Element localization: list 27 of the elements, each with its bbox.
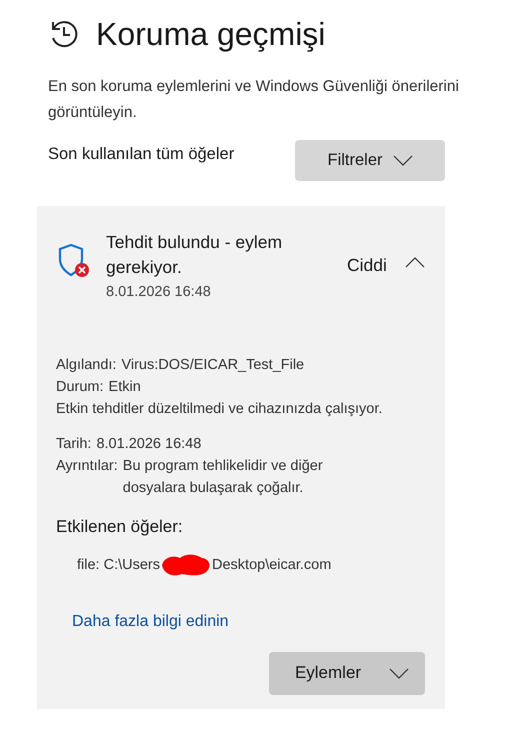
detail-label: Algılandı: (56, 356, 116, 375)
file-path-end: Desktop\eicar.com (212, 556, 332, 575)
chevron-up-icon (404, 257, 425, 268)
detail-label: Durum: (56, 378, 104, 397)
detail-value: Etkin (108, 378, 141, 397)
page-title: Koruma geçmişi (96, 15, 326, 54)
learn-more-link[interactable]: Daha fazla bilgi edinin (72, 610, 229, 633)
detail-value: Virus:DOS/EICAR_Test_File (121, 356, 304, 375)
detail-label: Tarih: (56, 434, 92, 454)
filter-label: Son kullanılan tüm öğeler (48, 144, 234, 166)
threat-date: 8.01.2026 16:48 (106, 283, 212, 302)
detail-label: Ayrıntılar: (56, 456, 118, 476)
collapse-toggle[interactable] (404, 257, 425, 268)
detail-value: 8.01.2026 16:48 (96, 434, 202, 454)
chevron-down-icon (392, 155, 412, 166)
actions-button[interactable]: Eylemler (269, 652, 425, 695)
threat-title: Tehdit bulundu - eylem gerekiyor. (106, 231, 284, 279)
page-description: En son koruma eylemlerini ve Windows Güvenliği önerilerini görüntüleyin. (47, 77, 460, 123)
severity-label: Ciddi (347, 254, 387, 277)
affected-heading: Etkilenen öğeler: (56, 516, 184, 538)
shield-error-icon (57, 244, 90, 278)
filter-button[interactable]: Filtreler (295, 140, 445, 181)
chevron-down-icon (389, 668, 410, 679)
file-path-start: file: C:\Users (77, 556, 160, 575)
detail-value: Bu program tehlikelidir ve diğer dosyalara bulaşarak çoğalır. (122, 456, 324, 498)
redaction-mark (160, 552, 212, 577)
status-note: Etkin tehditler düzeltilmedi ve cihazınızda çalışıyor. (56, 400, 384, 419)
